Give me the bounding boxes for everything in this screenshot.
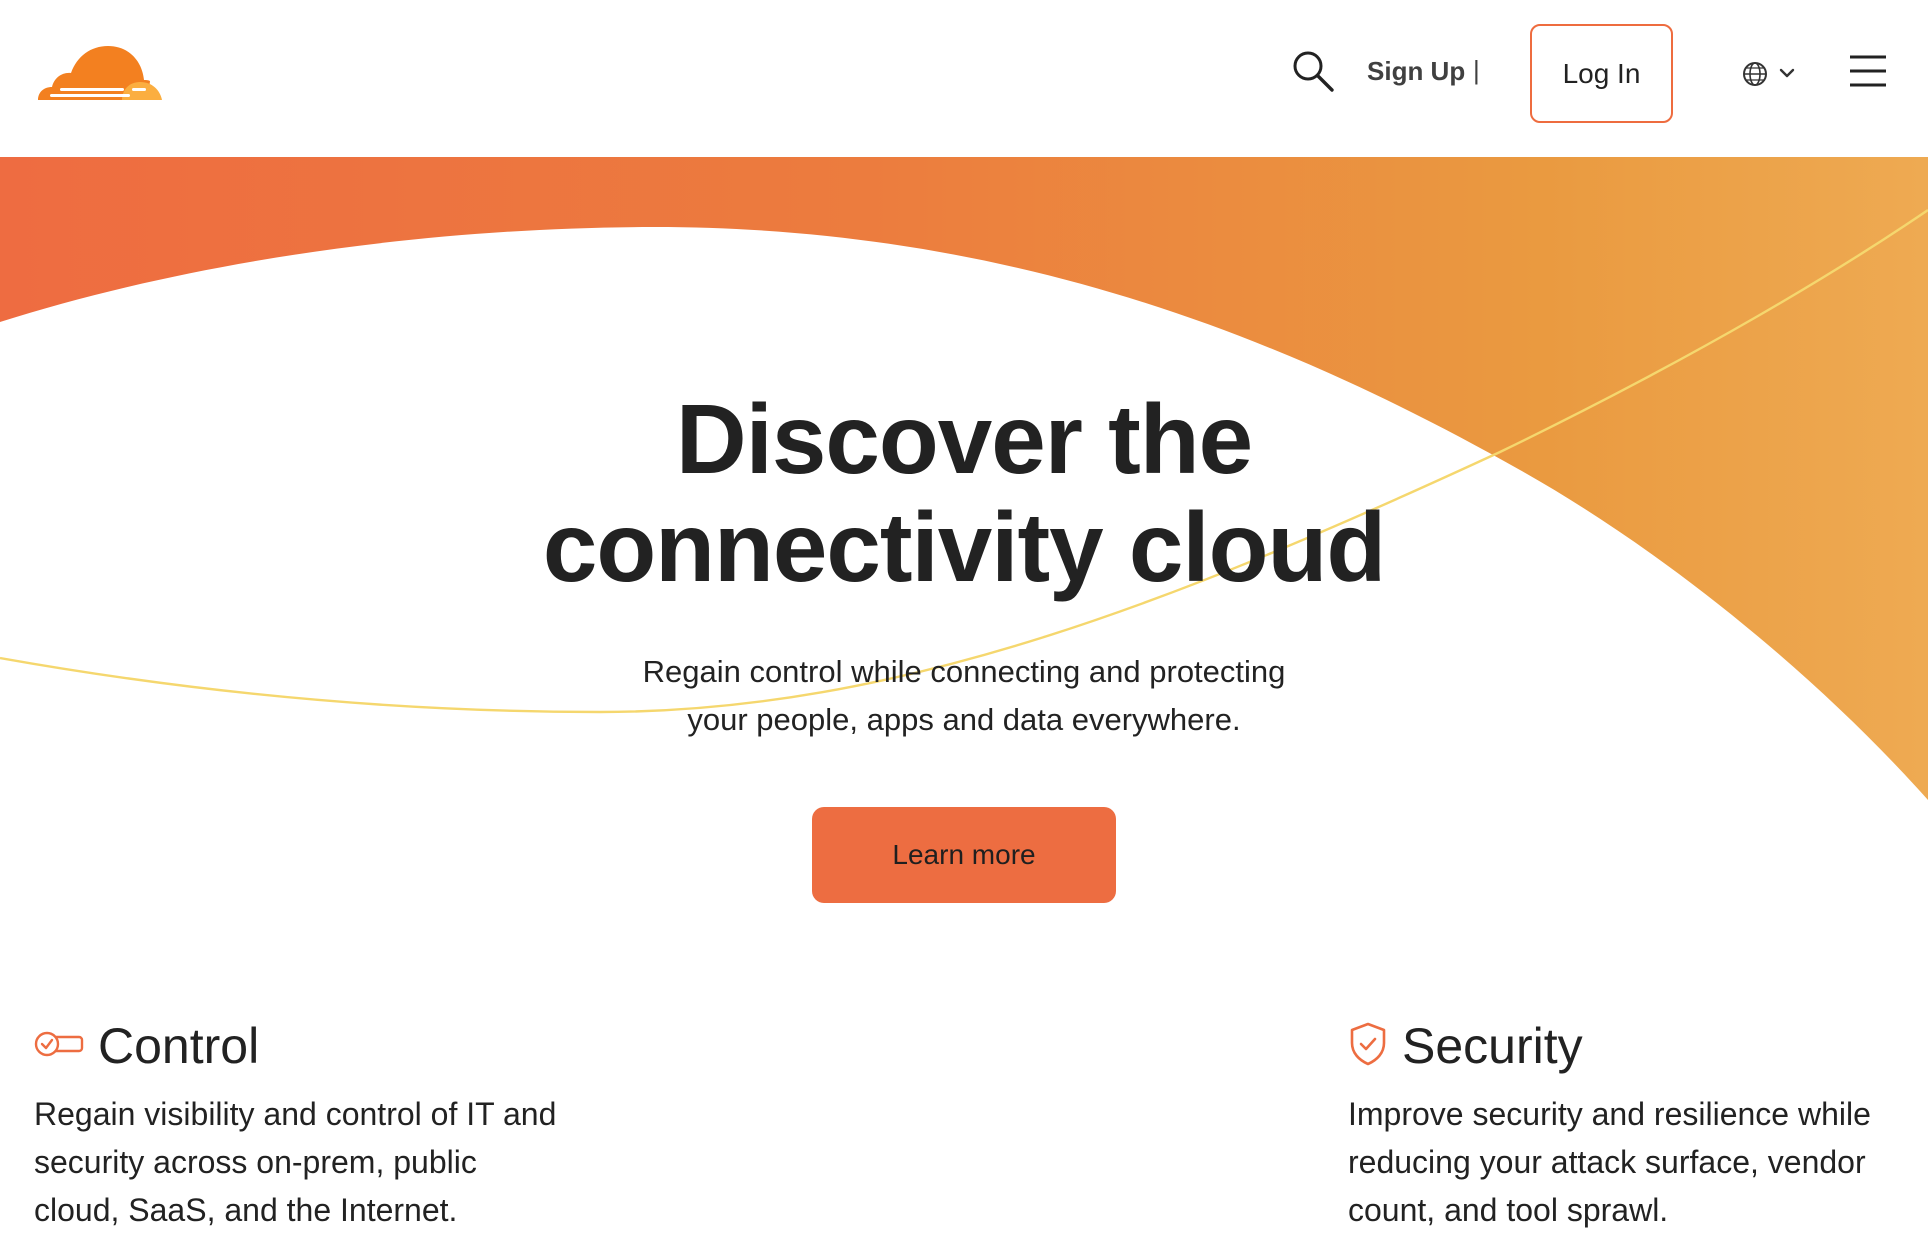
feature-control-text: Regain visibility and control of IT and … (34, 1090, 654, 1234)
log-in-button[interactable]: Log In (1530, 24, 1673, 123)
globe-icon (1743, 62, 1767, 86)
nav-divider: | (1473, 55, 1480, 85)
hero-title-line-1: Discover the (675, 384, 1253, 494)
feature-security-title: Security (1402, 1018, 1583, 1074)
feature-control-text-line-1: Regain visibility and control of IT and (34, 1096, 557, 1132)
feature-security-text-line-3: count, and tool sprawl. (1348, 1192, 1669, 1228)
feature-control-text-line-3: cloud, SaaS, and the Internet. (34, 1192, 458, 1228)
feature-security-text: Improve security and resilience while re… (1348, 1090, 1908, 1234)
hamburger-menu-icon (1850, 55, 1886, 87)
chevron-down-icon (1779, 68, 1795, 78)
hero-subtitle-line-1: Regain control while connecting and prot… (642, 654, 1286, 689)
learn-more-button[interactable]: Learn more (812, 807, 1116, 903)
feature-security: Security Improve security and resilience… (1348, 1016, 1908, 1234)
hero-title: Discover the connectivity cloud (364, 385, 1564, 601)
hero-subtitle-line-2: your people, apps and data everywhere. (687, 702, 1241, 737)
feature-control-title: Control (98, 1018, 260, 1074)
main-menu-button[interactable] (1848, 52, 1888, 90)
shield-check-icon (1348, 1021, 1388, 1072)
sign-up-link[interactable]: Sign Up (1367, 56, 1465, 87)
hero-subtitle: Regain control while connecting and prot… (564, 648, 1364, 744)
site-header: Sign Up | Log In (0, 0, 1928, 157)
language-selector[interactable] (1741, 58, 1797, 90)
toggle-check-icon (34, 1029, 84, 1064)
feature-control: Control Regain visibility and control of… (34, 1016, 654, 1234)
search-button[interactable] (1290, 48, 1336, 94)
hero-title-line-2: connectivity cloud (542, 492, 1386, 602)
feature-security-text-line-2: reducing your attack surface, vendor (1348, 1144, 1866, 1180)
feature-control-text-line-2: security across on-prem, public (34, 1144, 477, 1180)
search-icon (1293, 51, 1334, 92)
cloudflare-logo[interactable] (36, 42, 164, 104)
feature-security-text-line-1: Improve security and resilience while (1348, 1096, 1871, 1132)
